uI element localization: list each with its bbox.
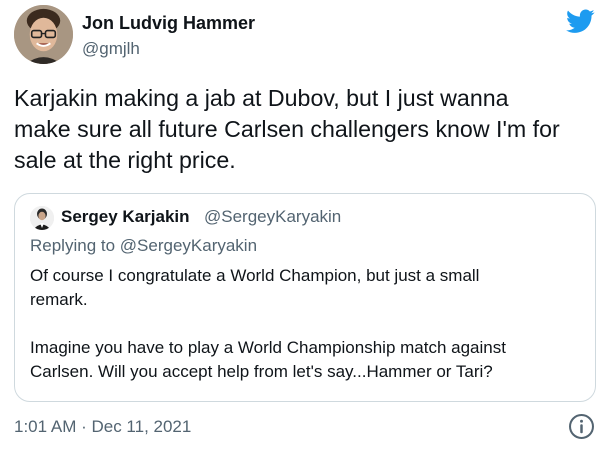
info-icon[interactable] — [568, 413, 595, 440]
quoted-avatar-photo — [30, 206, 54, 230]
replying-to-mention[interactable]: @SergeyKaryakin — [120, 236, 257, 255]
embedded-tweet: Jon Ludvig Hammer @gmjlh Karjakin making… — [0, 0, 607, 450]
tweet-timestamp[interactable]: 1:01 AM · Dec 11, 2021 — [14, 417, 191, 437]
tweet-text: Karjakin making a jab at Dubov, but I ju… — [14, 85, 560, 173]
replying-to-prefix: Replying to — [30, 236, 120, 255]
author-handle[interactable]: @gmjlh — [82, 39, 140, 59]
quoted-tweet[interactable]: Sergey Karjakin @SergeyKaryakin Replying… — [14, 193, 596, 402]
author-avatar-photo — [14, 5, 73, 64]
author-name[interactable]: Jon Ludvig Hammer — [82, 13, 255, 34]
twitter-bird-icon[interactable] — [566, 9, 595, 34]
author-avatar[interactable] — [14, 5, 73, 64]
replying-to-line: Replying to @SergeyKaryakin — [30, 236, 257, 256]
quoted-author-handle[interactable]: @SergeyKaryakin — [204, 207, 341, 227]
quoted-author-avatar[interactable] — [30, 206, 54, 230]
quoted-author-name[interactable]: Sergey Karjakin — [61, 207, 190, 227]
quoted-tweet-text: Of course I congratulate a World Champio… — [30, 266, 506, 381]
